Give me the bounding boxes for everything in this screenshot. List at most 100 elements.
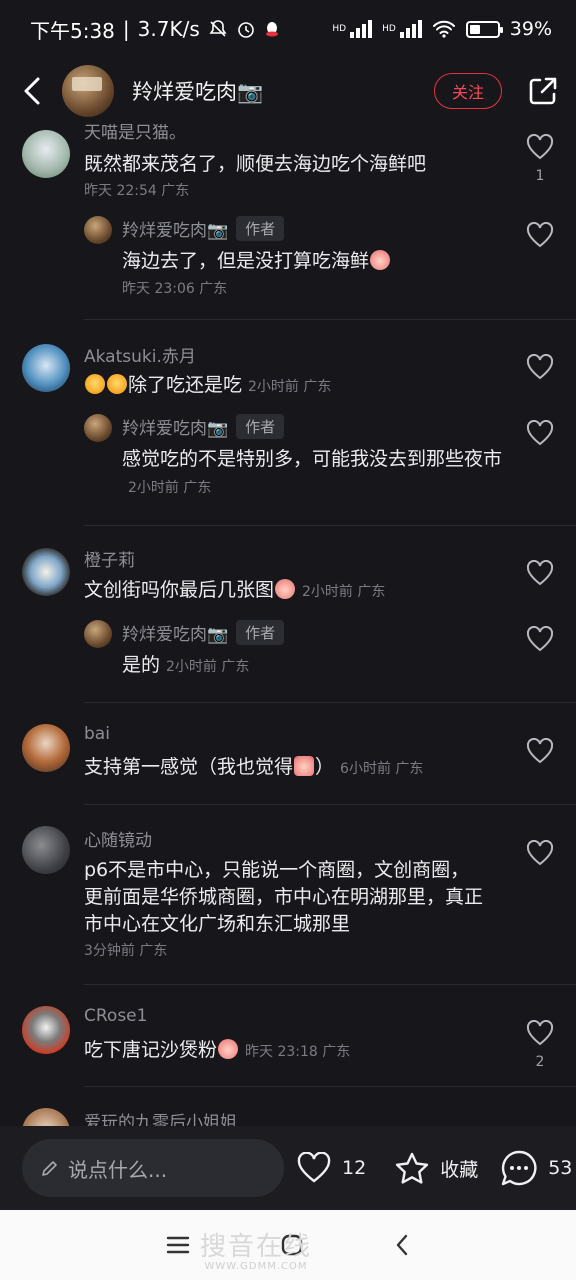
comment-text-content: 文创街吗你最后几张图 xyxy=(84,579,275,601)
reply-meta: 2小时前 广东 xyxy=(128,480,212,496)
comment-text[interactable]: 既然都来茂名了，顺便去海边吃个海鲜吧 xyxy=(84,151,504,178)
like-button[interactable]: 1 xyxy=(524,133,556,184)
reply-avatar[interactable] xyxy=(84,414,112,442)
like-button[interactable] xyxy=(524,353,556,384)
reply-meta: 昨天 23:06 广东 xyxy=(122,281,228,297)
chevron-back-icon[interactable] xyxy=(394,1233,410,1257)
divider-bar: | xyxy=(122,17,130,41)
comment-text-content: 支持第一感觉（我也觉得 xyxy=(84,756,294,778)
comment-count: 53 xyxy=(548,1157,573,1179)
comment-button[interactable]: 53 xyxy=(500,1149,572,1187)
author-name[interactable]: 羚烊爱吃肉📷 xyxy=(132,76,434,106)
reply-text-content: 感觉吃的不是特别多，可能我没去到那些夜市 xyxy=(122,448,503,470)
sticker-emoji-icon xyxy=(294,756,315,776)
comment-username[interactable]: 天喵是只猫。 xyxy=(84,124,186,143)
reply-username[interactable]: 羚烊爱吃肉📷 作者 xyxy=(122,620,285,645)
user-avatar[interactable] xyxy=(22,1108,70,1126)
bottom-action-bar: 说点什么... 12 收藏 53 xyxy=(0,1126,576,1210)
like-button[interactable] xyxy=(524,839,556,870)
reply-username[interactable]: 羚烊爱吃肉📷 作者 xyxy=(122,414,285,439)
reply-avatar[interactable] xyxy=(84,620,112,648)
like-button[interactable] xyxy=(524,559,556,590)
post-like-button[interactable]: 12 xyxy=(296,1152,366,1184)
reply-avatar[interactable] xyxy=(84,216,112,244)
comment-text[interactable]: p6不是市中心，只能说一个商圈，文创商圈，更前面是华侨城商圈，市中心在明湖那里，… xyxy=(84,857,484,938)
battery-percent: 39% xyxy=(509,18,552,40)
comment-username[interactable]: CRose1 xyxy=(84,1006,147,1026)
reply-text[interactable]: 感觉吃的不是特别多，可能我没去到那些夜市 2小时前 广东 xyxy=(122,446,512,502)
comment-username[interactable]: 橙子莉 xyxy=(84,546,135,571)
comment-meta: 6小时前 广东 xyxy=(340,761,424,777)
watermark-url: WWW.GDMM.COM xyxy=(204,1261,308,1272)
pencil-icon xyxy=(42,1161,57,1176)
author-avatar[interactable] xyxy=(62,65,114,117)
heart-icon xyxy=(297,1152,331,1183)
user-avatar[interactable] xyxy=(22,724,70,772)
reply-like-button[interactable] xyxy=(524,625,556,656)
reply-text[interactable]: 海边去了，但是没打算吃海鲜 xyxy=(122,248,502,275)
user-avatar[interactable] xyxy=(22,1006,70,1054)
comment-list[interactable]: 天喵是只猫。 既然都来茂名了，顺便去海边吃个海鲜吧 昨天 22:54 广东 1 … xyxy=(0,124,576,1126)
heart-icon xyxy=(526,625,554,652)
qq-icon xyxy=(265,22,278,37)
divider xyxy=(84,804,576,805)
reply-username[interactable]: 羚烊爱吃肉📷 作者 xyxy=(122,216,285,241)
back-button[interactable] xyxy=(18,71,46,111)
heart-icon xyxy=(526,737,554,764)
divider xyxy=(84,702,576,703)
hd-badge-2: HD xyxy=(382,24,396,34)
comment-meta: 3分钟前 广东 xyxy=(84,943,168,959)
comment-username[interactable]: bai xyxy=(84,724,110,744)
comment-username[interactable]: 爱玩的九零后小姐姐 xyxy=(84,1108,237,1126)
reply-username-text: 羚烊爱吃肉📷 xyxy=(122,625,229,645)
like-button[interactable] xyxy=(524,737,556,768)
heart-icon xyxy=(526,221,554,248)
laugh-cry-emoji-icon xyxy=(85,374,105,394)
comment-username[interactable]: Akatsuki.赤月 xyxy=(84,342,196,367)
battery-level xyxy=(469,24,480,34)
peach-emoji-icon xyxy=(275,579,296,599)
signal-icon-1 xyxy=(350,20,373,38)
comment-text[interactable]: 除了吃还是吃 2小时前 广东 xyxy=(84,372,504,401)
user-avatar[interactable] xyxy=(22,548,70,596)
signal-icon-2 xyxy=(399,20,422,38)
favorite-label: 收藏 xyxy=(440,1158,479,1181)
user-avatar[interactable] xyxy=(22,130,70,178)
favorite-button[interactable]: 收藏 xyxy=(394,1151,478,1185)
like-button[interactable]: 2 xyxy=(524,1019,556,1070)
divider xyxy=(84,525,576,526)
heart-icon xyxy=(526,559,554,586)
follow-button[interactable]: 关注 xyxy=(434,73,502,109)
comment-text-content: 吃下唐记沙煲粉 xyxy=(84,1039,218,1061)
comment-input-placeholder: 说点什么... xyxy=(68,1157,168,1182)
user-avatar[interactable] xyxy=(22,826,70,874)
peach-emoji-icon xyxy=(370,250,391,270)
comment-input[interactable]: 说点什么... xyxy=(22,1139,284,1197)
comment-text-content: 除了吃还是吃 xyxy=(128,374,243,396)
like-count: 2 xyxy=(535,1054,545,1070)
share-icon[interactable] xyxy=(526,74,560,108)
alarm-icon xyxy=(237,22,254,38)
menu-icon[interactable] xyxy=(166,1235,190,1255)
like-count: 1 xyxy=(535,168,545,184)
heart-icon xyxy=(526,1019,554,1046)
star-icon xyxy=(395,1152,429,1184)
comment-text[interactable]: 吃下唐记沙煲粉 昨天 23:18 广东 xyxy=(84,1037,504,1066)
divider xyxy=(84,319,576,320)
divider xyxy=(84,1086,576,1087)
reply-like-button[interactable] xyxy=(524,419,556,450)
comment-text[interactable]: 文创街吗你最后几张图 2小时前 广东 xyxy=(84,577,504,606)
reply-text[interactable]: 是的 2小时前 广东 xyxy=(122,652,502,681)
chat-bubble-icon xyxy=(502,1150,537,1186)
peach-emoji-icon xyxy=(218,1039,239,1059)
reply-like-button[interactable] xyxy=(524,221,556,252)
post-like-count: 12 xyxy=(342,1157,367,1179)
reply-text-content: 是的 xyxy=(122,654,161,676)
reply-username-text: 羚烊爱吃肉📷 xyxy=(122,419,229,439)
comment-username[interactable]: 心随镜动 xyxy=(84,826,152,851)
comment-meta: 昨天 23:18 广东 xyxy=(245,1044,351,1060)
wifi-icon xyxy=(432,20,455,38)
comment-text[interactable]: 支持第一感觉（我也觉得 ） 6小时前 广东 xyxy=(84,754,504,783)
author-tag: 作者 xyxy=(236,216,285,241)
user-avatar[interactable] xyxy=(22,344,70,392)
